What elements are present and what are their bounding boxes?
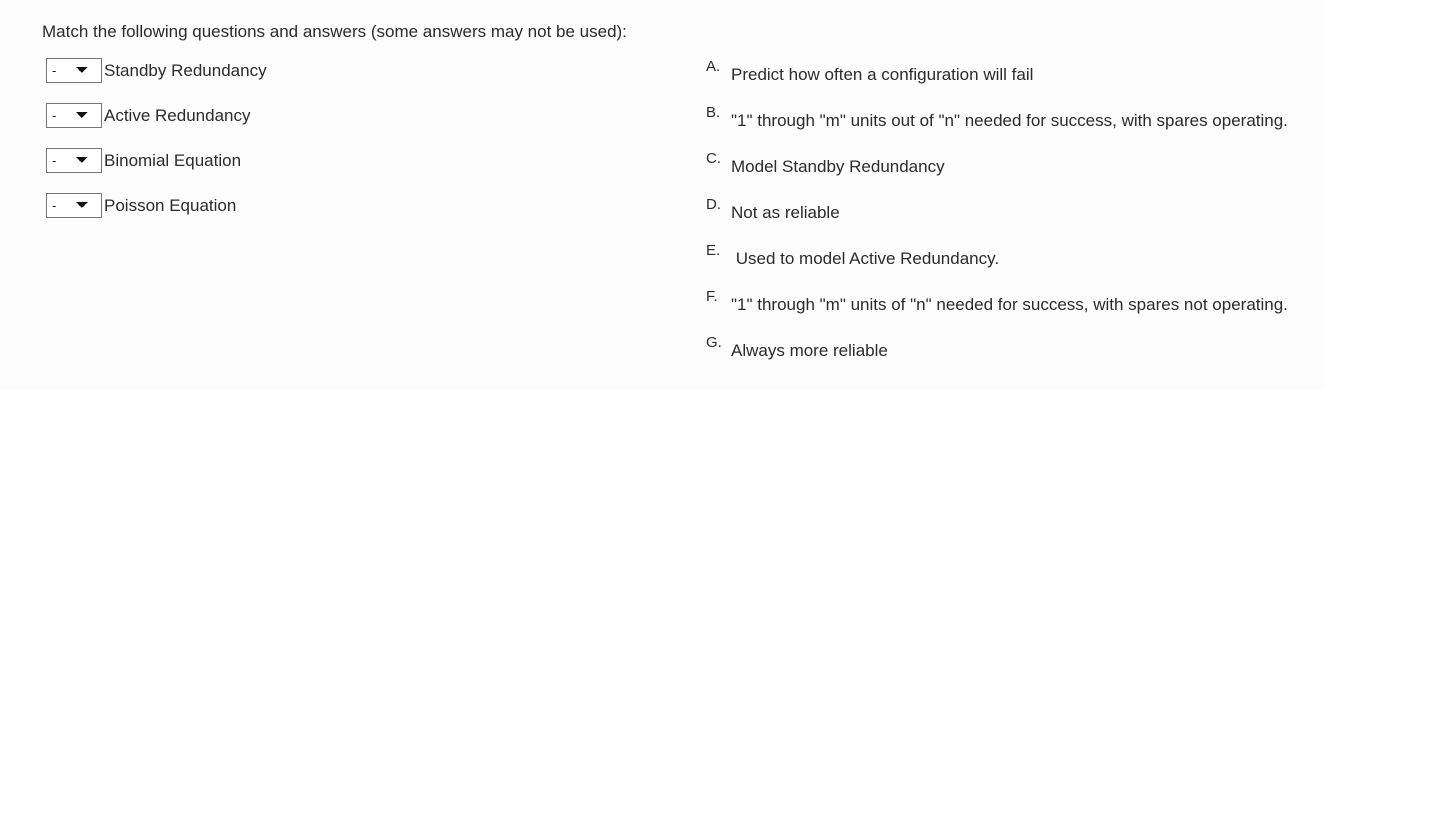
question-label: Active Redundancy [104,105,251,125]
option-text: Model Standby Redundancy [731,157,945,176]
answer-option-e: E. Used to model Active Redundancy. [706,242,1306,270]
option-text: Predict how often a configuration will f… [731,65,1034,84]
option-text: Used to model Active Redundancy. [731,249,1000,268]
answer-option-f: F. "1" through "m" units of "n" needed f… [706,288,1306,316]
option-text: Always more reliable [731,341,888,360]
question-label: Poisson Equation [104,195,237,215]
answer-select-binomial-equation[interactable]: - [46,148,102,173]
answer-option-g: G. Always more reliable [706,334,1306,362]
option-letter: D. [706,196,721,213]
option-letter: A. [706,58,721,75]
option-text: "1" through "m" units of "n" needed for … [731,295,1288,314]
answer-select-active-redundancy[interactable]: - [46,103,102,128]
question-row: - Binomial Equation [46,148,666,173]
answer-option-a: A. Predict how often a configuration wil… [706,58,1306,86]
question-row: - Poisson Equation [46,193,666,218]
option-letter: C. [706,150,721,167]
question-list: - Standby Redundancy - Active Redundancy… [46,58,666,218]
answer-select-standby-redundancy[interactable]: - [46,58,102,83]
question-label: Standby Redundancy [104,60,267,80]
question-label: Binomial Equation [104,150,242,170]
option-letter: B. [706,104,721,121]
answer-option-d: D. Not as reliable [706,196,1306,224]
answer-option-b: B. "1" through "m" units out of "n" need… [706,104,1306,132]
option-letter: G. [706,334,722,351]
question-row: - Standby Redundancy [46,58,666,83]
option-letter: E. [706,242,721,259]
answer-option-c: C. Model Standby Redundancy [706,150,1306,178]
question-row: - Active Redundancy [46,103,666,128]
option-letter: F. [706,288,718,305]
option-text: Not as reliable [731,203,840,222]
answer-option-list: A. Predict how often a configuration wil… [706,58,1306,362]
answer-select-poisson-equation[interactable]: - [46,193,102,218]
exercise-prompt: Match the following questions and answer… [42,22,627,41]
option-text: "1" through "m" units out of "n" needed … [731,111,1288,130]
